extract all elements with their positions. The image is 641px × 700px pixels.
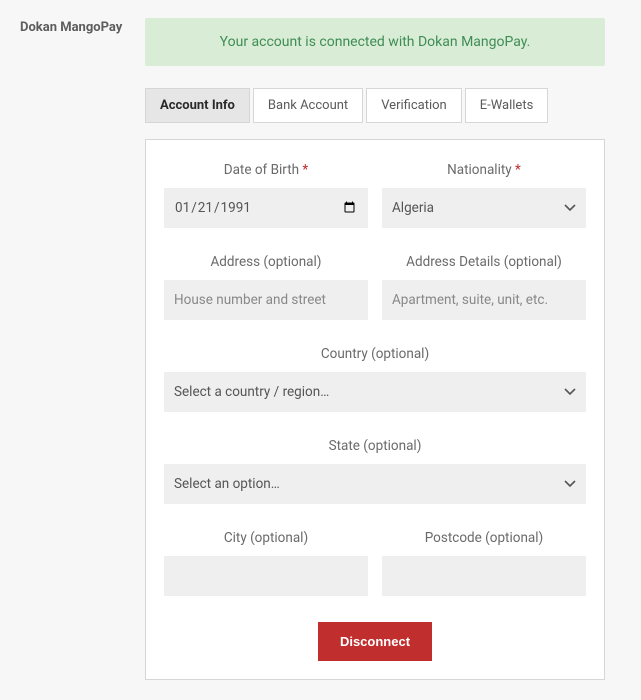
nationality-label-text: Nationality bbox=[447, 162, 512, 178]
nationality-select[interactable]: Algeria bbox=[382, 188, 586, 228]
account-info-form: Date of Birth * Nationality * Algeria bbox=[145, 139, 605, 680]
state-select[interactable]: Select an option… bbox=[164, 464, 586, 504]
address-details-input[interactable] bbox=[382, 280, 586, 320]
dob-label: Date of Birth * bbox=[164, 162, 368, 178]
tab-bank-account[interactable]: Bank Account bbox=[253, 88, 363, 123]
dob-label-text: Date of Birth bbox=[224, 162, 299, 178]
state-label: State (optional) bbox=[164, 438, 586, 454]
address-input[interactable] bbox=[164, 280, 368, 320]
tab-account-info[interactable]: Account Info bbox=[145, 88, 250, 123]
country-select[interactable]: Select a country / region… bbox=[164, 372, 586, 412]
tabs: Account Info Bank Account Verification E… bbox=[145, 88, 605, 123]
connection-alert: Your account is connected with Dokan Man… bbox=[145, 18, 605, 66]
nationality-label: Nationality * bbox=[382, 162, 586, 178]
tab-ewallets[interactable]: E-Wallets bbox=[465, 88, 549, 123]
address-label: Address (optional) bbox=[164, 254, 368, 270]
required-mark: * bbox=[515, 162, 521, 178]
postcode-label: Postcode (optional) bbox=[382, 530, 586, 546]
city-label: City (optional) bbox=[164, 530, 368, 546]
dob-input[interactable] bbox=[164, 188, 368, 228]
city-input[interactable] bbox=[164, 556, 368, 596]
postcode-input[interactable] bbox=[382, 556, 586, 596]
disconnect-button[interactable]: Disconnect bbox=[318, 622, 432, 661]
tab-verification[interactable]: Verification bbox=[366, 88, 462, 123]
address-details-label: Address Details (optional) bbox=[382, 254, 586, 270]
country-label: Country (optional) bbox=[164, 346, 586, 362]
required-mark: * bbox=[302, 162, 308, 178]
page-title: Dokan MangoPay bbox=[20, 18, 145, 35]
